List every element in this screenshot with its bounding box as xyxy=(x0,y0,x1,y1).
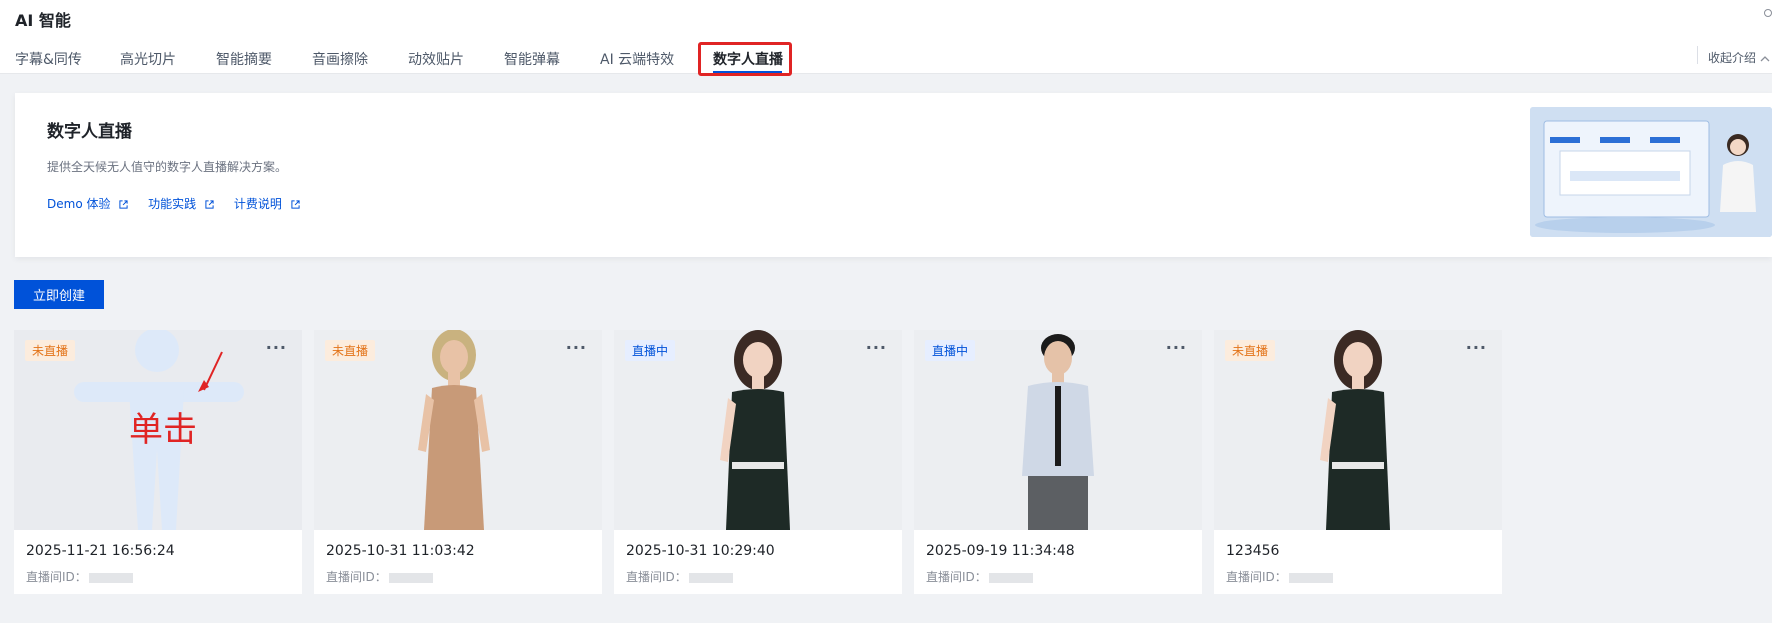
live-room-card[interactable]: 直播中 ··· 2025-09-19 11:34:48 直播间ID： xyxy=(914,330,1202,594)
room-id-label: 直播间ID： xyxy=(1226,570,1287,584)
tab-av-erase[interactable]: 音画擦除 xyxy=(312,49,368,69)
external-link-icon xyxy=(291,200,300,209)
room-id-redacted xyxy=(1288,572,1333,583)
pricing-link-label: 计费说明 xyxy=(233,197,282,211)
status-badge: 直播中 xyxy=(625,340,676,361)
more-options-button[interactable]: ··· xyxy=(1166,338,1187,357)
live-room-card[interactable]: 直播中 ··· 2025-10-31 10:29:40 直播间ID： xyxy=(614,330,902,594)
collapse-intro-label: 收起介绍 xyxy=(1708,51,1757,65)
tab-subtitles[interactable]: 字幕&同传 xyxy=(15,49,82,69)
divider xyxy=(1697,46,1698,64)
room-id-label: 直播间ID： xyxy=(926,570,987,584)
intro-title: 数字人直播 xyxy=(47,122,132,142)
status-badge: 未直播 xyxy=(25,340,76,361)
card-room-id: 直播间ID： xyxy=(1226,568,1333,585)
intro-preview-image xyxy=(1530,107,1772,237)
card-thumbnail: 未直播 ··· xyxy=(314,330,602,530)
intro-links: Demo 体验 功能实践 计费说明 xyxy=(47,195,316,212)
card-title: 2025-09-19 11:34:48 xyxy=(926,543,1075,559)
room-id-label: 直播间ID： xyxy=(26,570,87,584)
active-tab-indicator xyxy=(713,71,782,73)
chevron-up-icon xyxy=(1760,55,1770,61)
card-title: 2025-10-31 11:03:42 xyxy=(326,543,475,559)
demo-link[interactable]: Demo 体验 xyxy=(47,195,128,212)
room-id-redacted xyxy=(88,572,133,583)
click-annotation: 单击 xyxy=(129,410,197,450)
status-badge: 未直播 xyxy=(325,340,376,361)
top-bar: AI 智能 字幕&同传 高光切片 智能摘要 音画擦除 动效贴片 智能弹幕 AI … xyxy=(0,0,1772,76)
card-room-id: 直播间ID： xyxy=(926,568,1033,585)
collapse-intro-button[interactable]: 收起介绍 xyxy=(1708,49,1770,66)
room-id-redacted xyxy=(988,572,1033,583)
card-title: 2025-10-31 10:29:40 xyxy=(626,543,775,559)
external-link-icon xyxy=(119,200,128,209)
tab-ai-cloud-effects[interactable]: AI 云端特效 xyxy=(600,49,674,69)
card-room-id: 直播间ID： xyxy=(26,568,133,585)
card-thumbnail: 单击 未直播 ··· xyxy=(14,330,302,530)
tab-highlight-clips[interactable]: 高光切片 xyxy=(120,49,176,69)
status-badge: 未直播 xyxy=(1225,340,1276,361)
room-id-label: 直播间ID： xyxy=(626,570,687,584)
intro-description: 提供全天候无人值守的数字人直播解决方案。 xyxy=(47,160,288,174)
more-options-button[interactable]: ··· xyxy=(566,338,587,357)
tab-motion-stickers[interactable]: 动效贴片 xyxy=(408,49,464,69)
more-options-button[interactable]: ··· xyxy=(1466,338,1487,357)
room-id-redacted xyxy=(388,572,433,583)
intro-card: 数字人直播 提供全天候无人值守的数字人直播解决方案。 Demo 体验 功能实践 … xyxy=(15,93,1772,257)
external-link-icon xyxy=(205,200,214,209)
room-id-redacted xyxy=(688,572,733,583)
more-options-button[interactable]: ··· xyxy=(266,338,287,357)
card-thumbnail: 直播中 ··· xyxy=(914,330,1202,530)
pricing-link[interactable]: 计费说明 xyxy=(234,195,300,212)
tab-smart-danmaku[interactable]: 智能弹幕 xyxy=(504,49,560,69)
card-room-id: 直播间ID： xyxy=(326,568,433,585)
page-title: AI 智能 xyxy=(15,11,71,30)
card-thumbnail: 直播中 ··· xyxy=(614,330,902,530)
more-options-button[interactable]: ··· xyxy=(866,338,887,357)
room-id-label: 直播间ID： xyxy=(326,570,387,584)
card-title: 2025-11-21 16:56:24 xyxy=(26,543,175,559)
card-room-id: 直播间ID： xyxy=(626,568,733,585)
card-title: 123456 xyxy=(1226,543,1280,559)
tab-smart-summary[interactable]: 智能摘要 xyxy=(216,49,272,69)
live-room-card[interactable]: 单击 未直播 ··· 2025-11-21 16:56:24 直播间ID： xyxy=(14,330,302,594)
card-thumbnail: 未直播 ··· xyxy=(1214,330,1502,530)
status-badge: 直播中 xyxy=(925,340,976,361)
info-icon xyxy=(1764,9,1772,17)
practice-link-label: 功能实践 xyxy=(148,197,197,211)
create-now-button[interactable]: 立即创建 xyxy=(14,280,104,309)
demo-link-label: Demo 体验 xyxy=(47,197,111,211)
live-room-card[interactable]: 未直播 ··· 2025-10-31 11:03:42 直播间ID： xyxy=(314,330,602,594)
practice-link[interactable]: 功能实践 xyxy=(148,195,214,212)
live-room-card[interactable]: 未直播 ··· 123456 直播间ID： xyxy=(1214,330,1502,594)
